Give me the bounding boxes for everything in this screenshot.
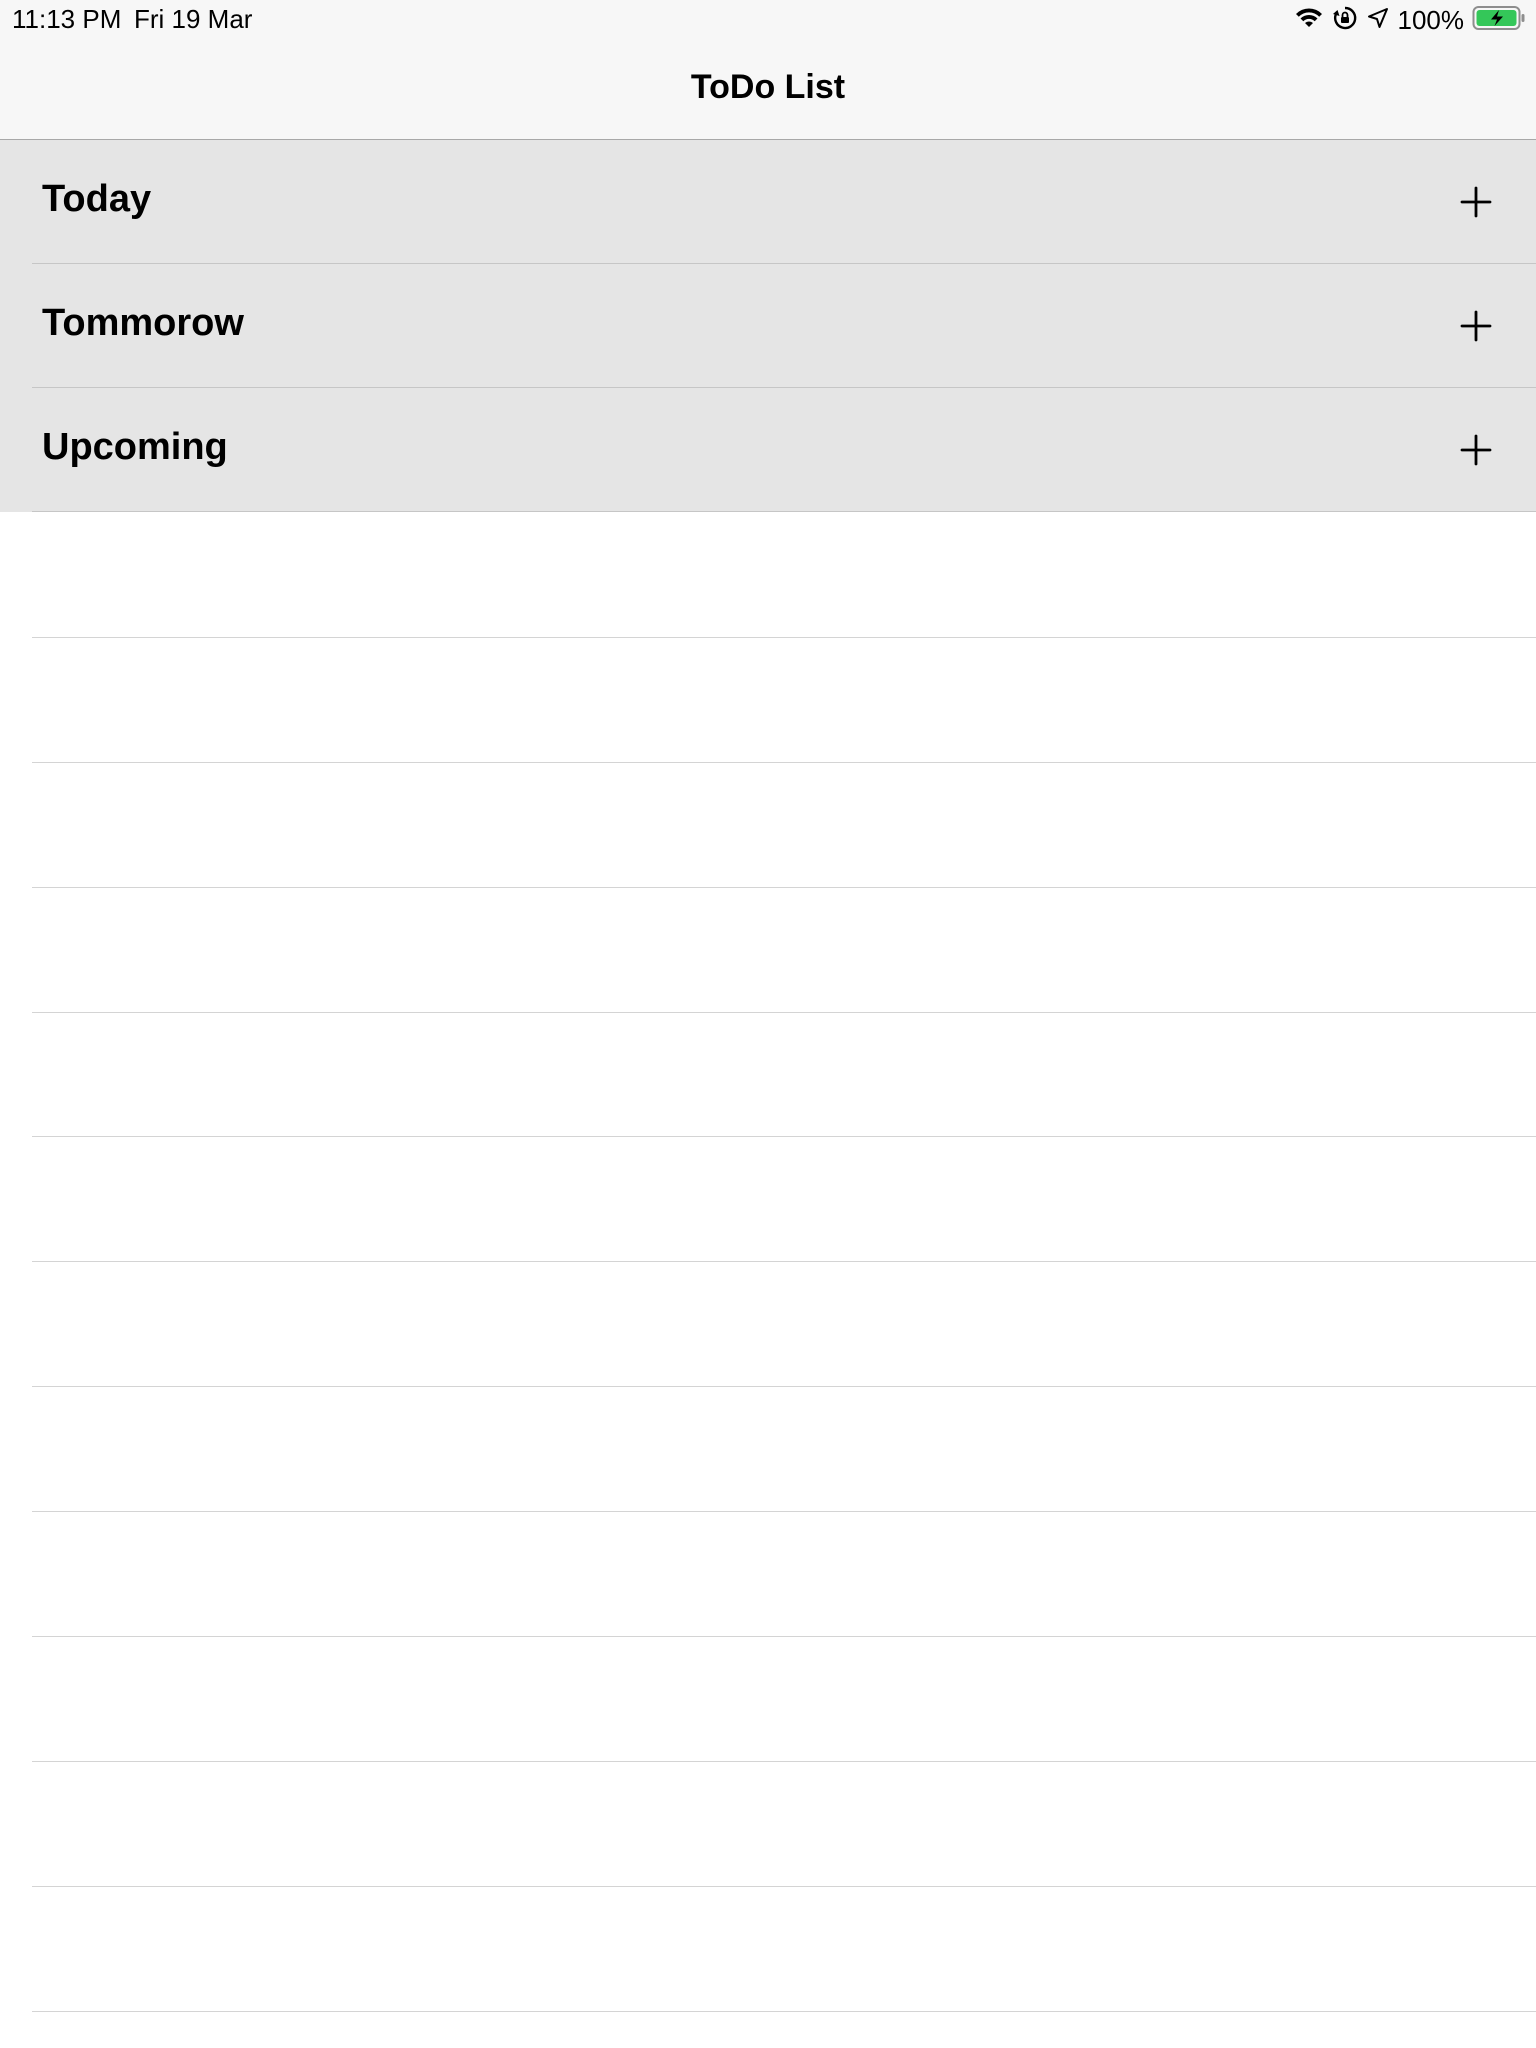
empty-row bbox=[0, 1762, 1536, 1887]
section-title: Today bbox=[42, 178, 152, 220]
section-header-today: Today bbox=[0, 140, 1536, 264]
plus-icon bbox=[1460, 186, 1492, 218]
status-indicators: 100% bbox=[1294, 4, 1527, 36]
wifi-icon bbox=[1294, 6, 1324, 35]
empty-row bbox=[0, 1013, 1536, 1138]
empty-row bbox=[0, 888, 1536, 1013]
empty-row bbox=[0, 763, 1536, 888]
empty-row bbox=[0, 1387, 1536, 1513]
empty-row bbox=[0, 1512, 1536, 1637]
status-bar: 11:13 PM Fri 19 Mar 100% bbox=[0, 0, 1536, 40]
battery-charging-icon bbox=[1472, 5, 1526, 36]
empty-row bbox=[0, 513, 1536, 638]
add-task-button[interactable] bbox=[1454, 428, 1498, 472]
empty-row bbox=[0, 1137, 1536, 1263]
plus-icon bbox=[1460, 310, 1492, 342]
add-task-button[interactable] bbox=[1454, 304, 1498, 348]
empty-row bbox=[0, 1887, 1536, 2012]
plus-icon bbox=[1460, 434, 1492, 466]
add-task-button[interactable] bbox=[1454, 180, 1498, 224]
section-header-tomorrow: Tommorow bbox=[0, 264, 1536, 388]
section-title: Upcoming bbox=[42, 426, 228, 468]
page-title: ToDo List bbox=[690, 68, 846, 106]
empty-row bbox=[0, 638, 1536, 763]
empty-table-rows bbox=[0, 513, 1536, 2012]
empty-row bbox=[0, 1262, 1536, 1388]
section-list: Today Tommorow Upcoming bbox=[0, 140, 1536, 512]
status-time: 11:13 PM bbox=[12, 4, 122, 34]
battery-percent: 100% bbox=[1397, 4, 1465, 35]
navigation-bar: ToDo List bbox=[0, 40, 1536, 140]
section-title: Tommorow bbox=[42, 302, 244, 344]
section-header-upcoming: Upcoming bbox=[0, 388, 1536, 512]
empty-row bbox=[0, 1637, 1536, 1762]
status-date: Fri 19 Mar bbox=[134, 4, 253, 34]
orientation-lock-icon bbox=[1332, 5, 1358, 36]
location-icon bbox=[1366, 6, 1390, 35]
